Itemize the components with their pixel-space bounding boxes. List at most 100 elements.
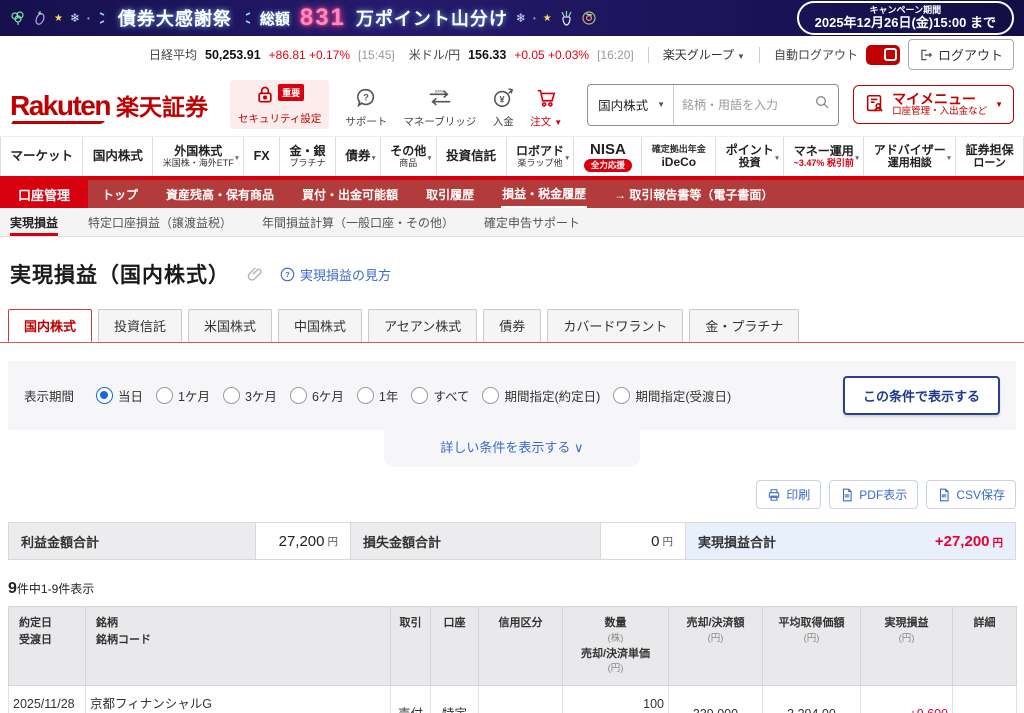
tab-covered-warrant[interactable]: カバードワラント: [547, 309, 683, 342]
loss-total-label: 損失金額合計: [351, 523, 601, 559]
tab-gold-platinum[interactable]: 金・プラチナ: [689, 309, 799, 342]
period-option-today[interactable]: 当日: [96, 386, 143, 405]
nav-domestic-stock[interactable]: 国内株式: [83, 137, 153, 176]
subtab-specific-account[interactable]: 特定口座損益（譲渡益税）: [88, 208, 232, 236]
print-button[interactable]: 印刷: [756, 480, 821, 509]
period-radio-range-trade[interactable]: [482, 387, 499, 404]
nav-fx[interactable]: FX: [244, 137, 280, 176]
chevron-down-icon: ▼: [657, 100, 665, 109]
search-category-select[interactable]: 国内株式 ▼: [588, 85, 674, 125]
nav-money-management[interactable]: マネー運用~3.47% 税引前: [784, 137, 864, 176]
detail-condition-toggle[interactable]: 詳しい条件を表示する ∨: [440, 440, 583, 455]
period-filter-panel: 表示期間 当日 1ケ月 3ケ月 6ケ月 1年 すべて 期間指定(約定日) 期間指…: [8, 361, 1016, 430]
snowflake-icon: ❄: [516, 11, 526, 25]
nav-point-invest[interactable]: ポイント投資: [716, 137, 784, 176]
nav-roboad[interactable]: ロボアド楽ラップ他: [507, 137, 575, 176]
period-option-range-settle-date[interactable]: 期間指定(受渡日): [613, 386, 731, 405]
cell-quantity: 1003,390.0: [563, 685, 669, 713]
usdjpy-change: +0.05 +0.03%: [514, 48, 589, 62]
nav-foreign-stock[interactable]: 外国株式米国株・海外ETF: [153, 137, 244, 176]
quick-link-deposit[interactable]: ¥ 入金: [492, 87, 514, 129]
sparkle-right-icon: [244, 11, 252, 25]
my-menu-button[interactable]: マイメニュー 口座管理・入出金など ▼: [853, 85, 1014, 124]
apply-filter-button[interactable]: この条件で表示する: [843, 376, 1000, 415]
nav-other-products[interactable]: その他商品: [381, 137, 437, 176]
campaign-banner[interactable]: ★ ❄ • 債券大感謝祭 総額831万ポイント山分け ❄ • ★ キャンペーン期…: [0, 0, 1024, 36]
star-icon: ★: [54, 13, 63, 24]
quick-link-support[interactable]: ? サポート: [345, 87, 387, 129]
period-radio-all[interactable]: [411, 387, 428, 404]
rakuten-securities-logo[interactable]: Rakuten 楽天証券: [10, 88, 208, 122]
result-count: 9件中1-9件表示: [8, 580, 1016, 598]
tab-china-stock[interactable]: 中国株式: [278, 309, 362, 342]
period-radio-1year[interactable]: [357, 387, 374, 404]
nav-mutual-funds[interactable]: 投資信託: [437, 137, 507, 176]
period-radio-6months[interactable]: [290, 387, 307, 404]
period-option-3months[interactable]: 3ケ月: [223, 386, 277, 405]
period-radio-range-settle[interactable]: [613, 387, 630, 404]
paperclip-icon[interactable]: [246, 265, 264, 283]
period-option-1year[interactable]: 1年: [357, 386, 398, 405]
tab-us-stock[interactable]: 米国株式: [188, 309, 272, 342]
search-input[interactable]: [674, 98, 806, 112]
period-radio-today[interactable]: [96, 387, 113, 404]
pdf-file-icon: PDF: [840, 488, 854, 502]
snowflake-icon: ❄: [70, 11, 80, 25]
rakuten-group-menu[interactable]: 楽天グループ▼: [663, 46, 745, 63]
nav-nisa[interactable]: NISA全力応援: [574, 137, 642, 176]
tab-asean-stock[interactable]: アセアン株式: [368, 309, 477, 342]
tab-domestic-stock[interactable]: 国内株式: [8, 309, 92, 342]
search-icon-button[interactable]: [806, 94, 838, 115]
help-link[interactable]: ? 実現損益の見方: [280, 265, 391, 284]
account-nav-root[interactable]: 口座管理: [0, 180, 88, 208]
lock-icon: [255, 84, 275, 106]
col-margin-type: 信用区分: [479, 607, 563, 686]
account-nav-buying-power[interactable]: 買付・出金可能額: [288, 180, 412, 208]
subtab-annual-calc[interactable]: 年間損益計算（一般口座・その他）: [262, 208, 454, 236]
rakuten-shoken-wordmark: 楽天証券: [116, 88, 208, 122]
quick-link-order[interactable]: 注文▼: [530, 87, 562, 129]
search-icon: [814, 94, 830, 110]
tab-bonds[interactable]: 債券: [483, 309, 541, 342]
auto-logout-toggle[interactable]: [866, 45, 900, 65]
profit-total-label: 利益金額合計: [9, 523, 256, 559]
nikkei-time: [15:45]: [358, 48, 395, 62]
tab-mutual-funds[interactable]: 投資信託: [98, 309, 182, 342]
nav-market[interactable]: マーケット: [0, 137, 83, 176]
period-radio-1month[interactable]: [156, 387, 173, 404]
period-option-range-trade-date[interactable]: 期間指定(約定日): [482, 386, 600, 405]
subtab-tax-support[interactable]: 確定申告サポート: [484, 208, 580, 236]
account-nav-trade-history[interactable]: 取引履歴: [412, 180, 488, 208]
chevron-down-icon: ▼: [737, 52, 745, 61]
nav-gold-platinum[interactable]: 金・銀プラチナ: [280, 137, 336, 176]
broccoli-icon: [10, 10, 26, 26]
cell-name[interactable]: 京都フィナンシャルG5844: [86, 685, 391, 713]
account-nav-reports[interactable]: → 取引報告書等（電子書面）: [600, 180, 787, 208]
radish-icon: [559, 10, 574, 27]
auto-logout-label: 自動ログアウト: [774, 46, 858, 63]
divider: [648, 47, 649, 63]
nav-bonds[interactable]: 債券: [336, 137, 381, 176]
quick-link-security[interactable]: 重要 セキュリティ設定: [230, 80, 329, 129]
logout-button[interactable]: ログアウト: [908, 39, 1014, 70]
banner-decorations-right: ❄ • ★: [516, 10, 597, 27]
nav-advisor[interactable]: アドバイザー運用相談: [864, 137, 956, 176]
pdf-view-button[interactable]: PDF PDF表示: [829, 480, 918, 509]
quick-link-moneybridge[interactable]: BANK マネーブリッジ: [403, 87, 476, 129]
account-nav-top[interactable]: トップ: [88, 180, 152, 208]
period-option-6months[interactable]: 6ケ月: [290, 386, 344, 405]
nav-securities-loan[interactable]: 証券担保ローン: [956, 137, 1024, 176]
nav-ideco[interactable]: 確定拠出年金iDeCo: [642, 137, 716, 176]
account-nav-pnl-tax[interactable]: 損益・税金履歴: [488, 180, 600, 208]
chevron-down-icon: ▼: [995, 100, 1003, 109]
col-account: 口座: [431, 607, 479, 686]
account-nav-assets[interactable]: 資産残高・保有商品: [152, 180, 288, 208]
cart-icon: [535, 87, 557, 109]
subtab-realized-pnl[interactable]: 実現損益: [10, 208, 58, 236]
period-radio-3months[interactable]: [223, 387, 240, 404]
period-option-1month[interactable]: 1ケ月: [156, 386, 210, 405]
period-option-all[interactable]: すべて: [411, 386, 469, 405]
category-tabs: 国内株式 投資信託 米国株式 中国株式 アセアン株式 債券 カバードワラント 金…: [0, 289, 1024, 343]
csv-save-button[interactable]: CSV CSV保存: [926, 480, 1016, 509]
col-realized-pnl: 実現損益(円): [861, 607, 953, 686]
